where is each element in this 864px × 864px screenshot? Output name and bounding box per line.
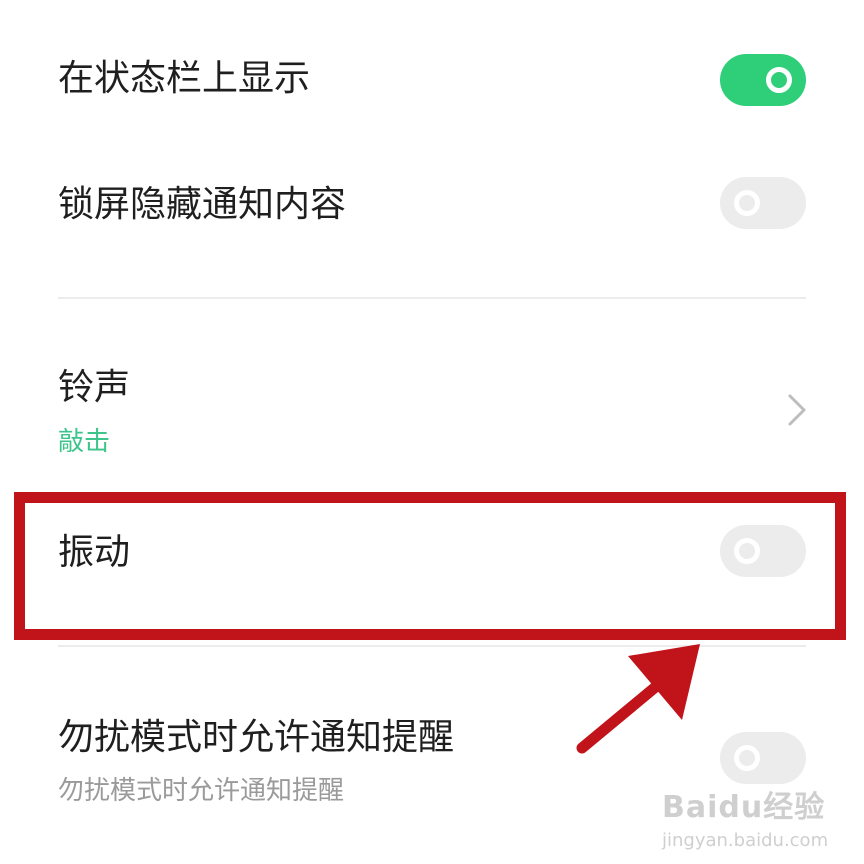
watermark-url: jingyan.baidu.com	[662, 830, 829, 851]
status-bar-toggle[interactable]	[720, 54, 806, 106]
toggle-knob	[734, 190, 760, 216]
highlight-box	[14, 492, 846, 640]
dnd-allow-toggle[interactable]	[720, 732, 806, 784]
dnd-allow-label: 勿扰模式时允许通知提醒	[58, 717, 455, 758]
dnd-allow-description: 勿扰模式时允许通知提醒	[58, 776, 345, 806]
watermark-brand: Baidu经验	[662, 790, 826, 825]
toggle-knob	[734, 745, 760, 771]
status-bar-label: 在状态栏上显示	[58, 58, 311, 99]
setting-ringtone[interactable]: 铃声 敲击	[0, 350, 864, 470]
chevron-right-icon[interactable]	[786, 392, 808, 428]
ringtone-value: 敲击	[58, 427, 111, 457]
annotation-arrow-icon	[576, 644, 700, 754]
lock-screen-hide-label: 锁屏隐藏通知内容	[58, 184, 347, 225]
ringtone-label: 铃声	[58, 367, 131, 408]
lock-screen-hide-toggle[interactable]	[720, 177, 806, 229]
baidu-watermark: Baidu经验 jingyan.baidu.com	[662, 782, 828, 851]
setting-lock-screen-hide[interactable]: 锁屏隐藏通知内容	[0, 150, 864, 260]
setting-status-bar[interactable]: 在状态栏上显示	[0, 30, 864, 130]
toggle-knob	[766, 67, 792, 93]
section-divider	[58, 297, 806, 299]
